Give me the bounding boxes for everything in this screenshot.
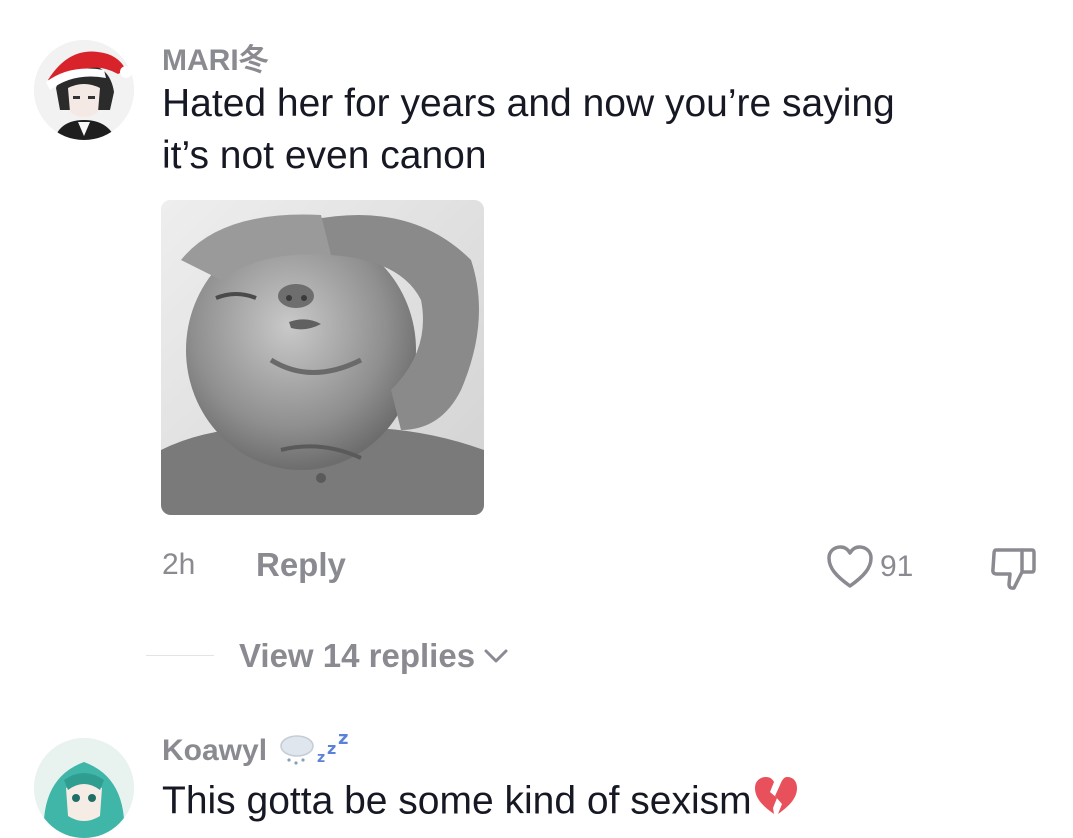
reply-button[interactable]: Reply [256, 546, 346, 584]
comment-text-content: This gotta be some kind of sexism [162, 779, 752, 823]
like-button[interactable]: 91 [826, 544, 913, 590]
comment-text-line-1: Hated her for years and now you’re sayin… [162, 82, 895, 125]
svg-text:z: z [317, 750, 325, 766]
view-replies-label: View 14 replies [239, 637, 476, 674]
view-replies-button[interactable]: View 14 replies [239, 637, 509, 675]
replies-divider [146, 655, 214, 656]
anime-boy-santa-hat-icon [34, 40, 134, 140]
svg-text:z: z [338, 728, 348, 749]
svg-text:z: z [327, 739, 336, 758]
chevron-down-icon [484, 649, 508, 663]
comment-username[interactable]: MARI冬 [162, 35, 269, 79]
user-avatar[interactable] [34, 738, 134, 838]
like-count: 91 [880, 550, 914, 583]
comment-timestamp: 2h [162, 548, 196, 581]
comment-text: This gotta be some kind of sexism [162, 774, 800, 832]
comment-username[interactable]: Koawyl z z z [162, 728, 355, 776]
baby-facepalm-sticker-icon [161, 200, 484, 515]
comment-text-line-2: it’s not even canon [162, 134, 487, 177]
user-avatar[interactable] [34, 40, 134, 140]
comment-sticker-image[interactable] [161, 200, 484, 515]
cloud-snow-zzz-icon: z z z [275, 728, 355, 776]
comment-item: MARI冬 Hated her for years and now you’re… [0, 0, 1073, 700]
comment-username-text: Koawyl [162, 733, 268, 767]
comment-item: Koawyl z z z This gotta be some kind of … [0, 700, 1073, 838]
broken-heart-icon [752, 774, 800, 832]
dislike-button[interactable] [988, 544, 1038, 597]
anime-girl-teal-hair-icon [34, 738, 134, 838]
thumbs-down-icon [991, 548, 1036, 590]
heart-icon [827, 545, 873, 588]
